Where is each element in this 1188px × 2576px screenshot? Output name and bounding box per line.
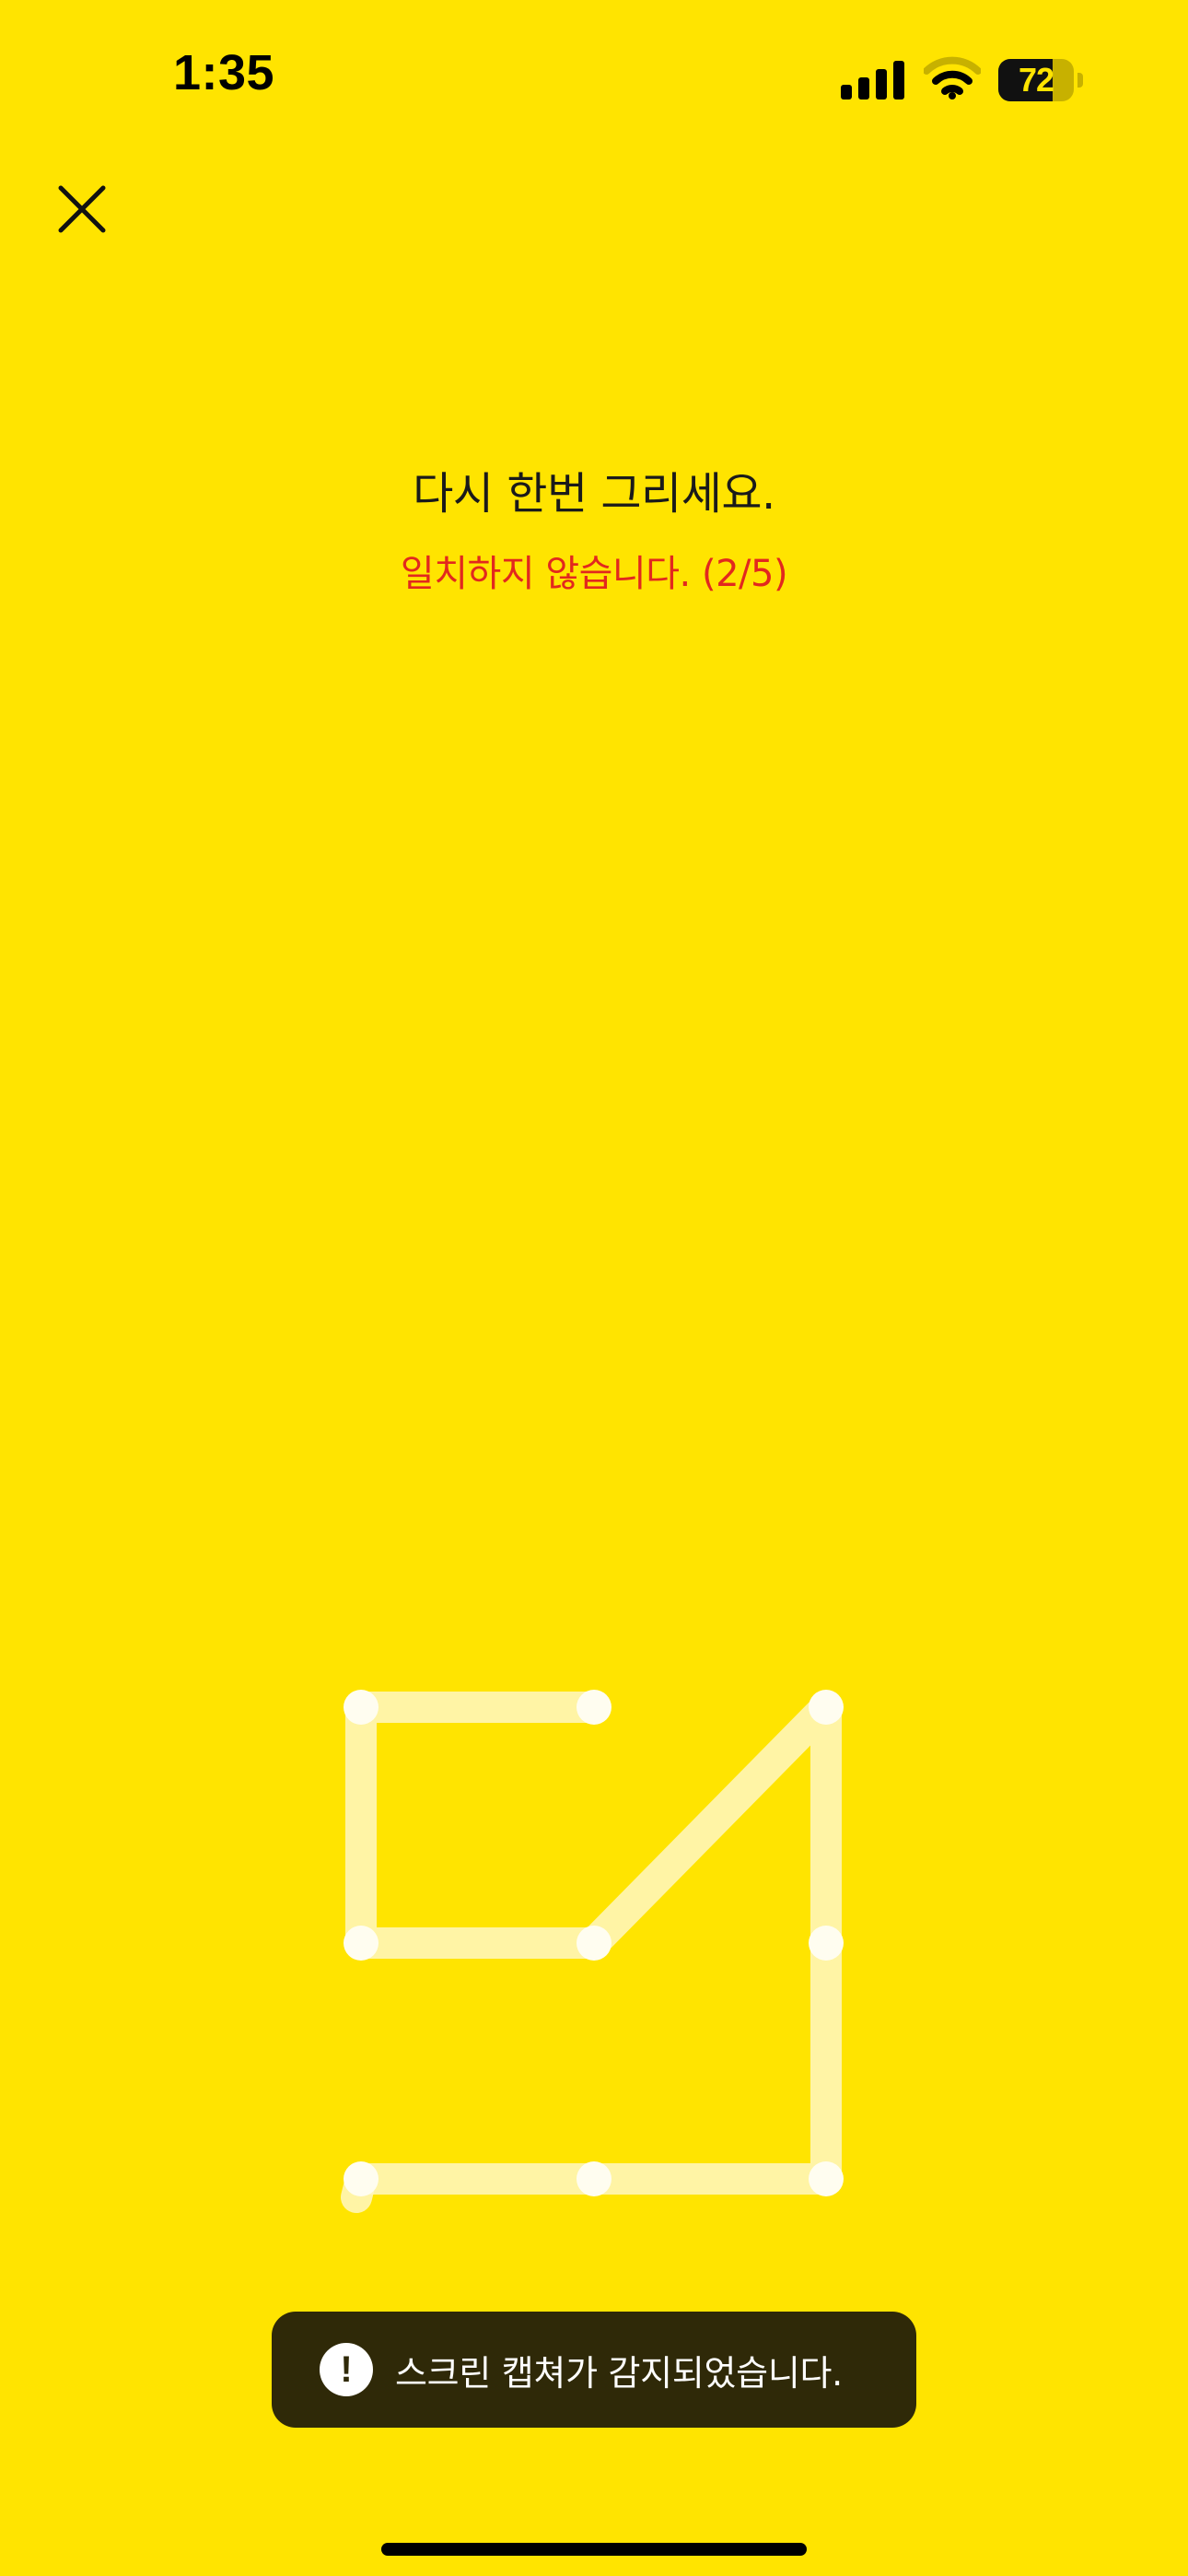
pattern-dot-2[interactable]: [577, 1690, 611, 1725]
pattern-dot-8[interactable]: [577, 2161, 611, 2196]
pattern-pad[interactable]: [0, 0, 1188, 2576]
pattern-dot-1[interactable]: [344, 1690, 379, 1725]
pattern-dot-3[interactable]: [809, 1690, 844, 1725]
pattern-dot-9[interactable]: [809, 2161, 844, 2196]
pattern-dot-4[interactable]: [344, 1926, 379, 1961]
pattern-dot-5[interactable]: [577, 1926, 611, 1961]
pattern-lock-screen: 1:35 72 다시 한번 그리세요. 일치하지 않습니다. (2/5) ! 스…: [0, 0, 1188, 2576]
home-indicator[interactable]: [381, 2543, 807, 2556]
pattern-dot-7[interactable]: [344, 2161, 379, 2196]
pattern-dot-6[interactable]: [809, 1926, 844, 1961]
screenshot-toast: ! 스크린 캡쳐가 감지되었습니다.: [272, 2312, 916, 2428]
exclamation-icon: !: [320, 2343, 373, 2396]
toast-message: 스크린 캡쳐가 감지되었습니다.: [395, 2352, 843, 2394]
